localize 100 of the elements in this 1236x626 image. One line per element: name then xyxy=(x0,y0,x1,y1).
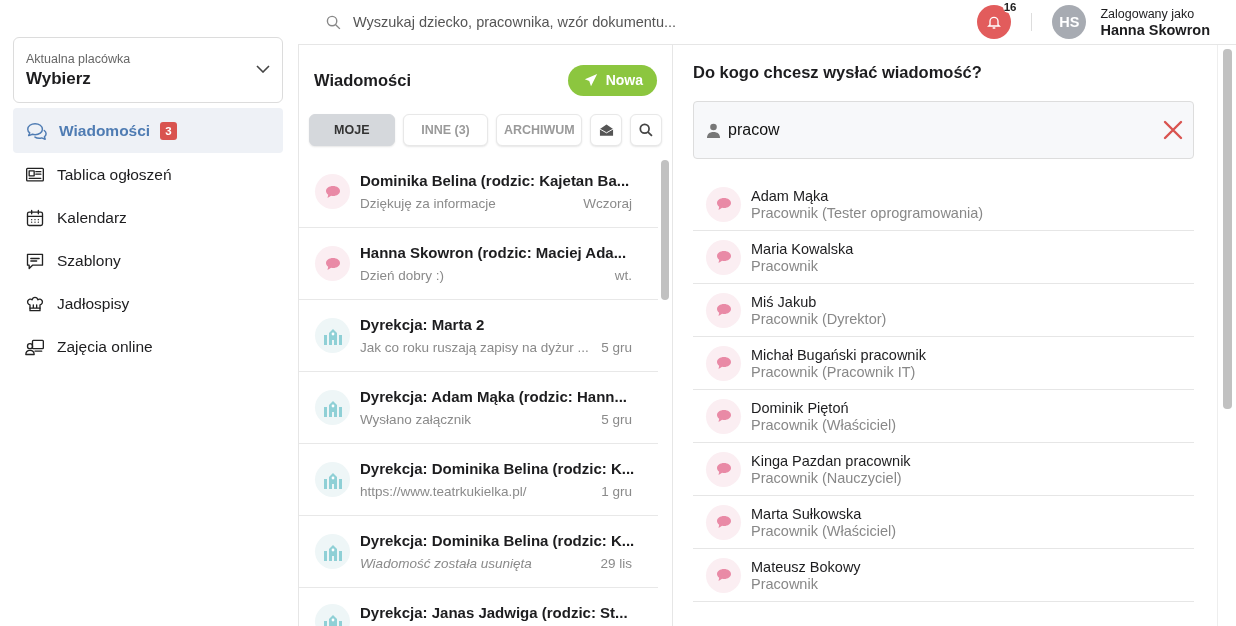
message-preview: Wiadomość została usunięta xyxy=(360,556,532,571)
close-icon xyxy=(1163,120,1183,140)
scrollbar-thumb[interactable] xyxy=(1222,49,1232,409)
recipient-item[interactable]: Mateusz Bokowy Pracownik xyxy=(693,549,1194,602)
recipient-role: Pracownik (Tester oprogramowania) xyxy=(751,204,984,221)
speech-bubble-icon xyxy=(715,515,732,529)
nav-label: Jadłospisy xyxy=(57,294,130,313)
notification-count: 16 xyxy=(1002,1,1018,13)
recipient-item[interactable]: Marta Sułkowska Pracownik (Właściciel) xyxy=(693,496,1194,549)
nav-label: Zajęcia online xyxy=(57,337,153,356)
conversation-title: Dyrekcja: Dominika Belina (rodzic: K... xyxy=(360,460,632,477)
person-icon xyxy=(707,122,720,138)
nav-item[interactable]: Zajęcia online xyxy=(13,325,283,368)
message-preview: Dziękuję za informacje xyxy=(360,196,496,211)
conversation-item[interactable]: Hanna Skowron (rodzic: Maciej Ada... Dzień dobry :) wt. xyxy=(299,228,658,300)
recipient-role: Pracownik xyxy=(751,257,819,274)
recipient-item[interactable]: Kinga Pazdan pracownik Pracownik (Nauczyciel) xyxy=(693,443,1194,496)
conversation-item[interactable]: Dyrekcja: Dominika Belina (rodzic: K... https://www.teatrkukielka.pl/ 1 gru xyxy=(299,444,658,516)
conversation-title: Dyrekcja: Dominika Belina (rodzic: K... xyxy=(360,532,632,549)
recipient-name: Kinga Pazdan pracownik xyxy=(751,452,911,469)
recipient-name: Adam Mąka xyxy=(751,187,830,204)
nav-label: Tablica ogłoszeń xyxy=(57,165,172,184)
recipient-item[interactable]: Michał Bugański pracownik Pracownik (Pracownik IT) xyxy=(693,337,1194,390)
recipient-name: Mateusz Bokowy xyxy=(751,558,861,575)
recipient-name: Dominik Piętoń xyxy=(751,399,850,416)
nav-label: Wiadomości xyxy=(59,121,151,140)
nav-item[interactable]: Jadłospisy xyxy=(13,282,283,325)
facility-select[interactable]: Aktualna placówka Wybierz xyxy=(13,37,283,103)
nav-item[interactable]: Szablony xyxy=(13,239,283,282)
school-building-icon xyxy=(322,398,343,417)
facility-value: Wybierz xyxy=(26,69,92,89)
user-caption: Zalogowany jako xyxy=(1100,6,1196,21)
envelope-open-icon xyxy=(598,123,614,137)
recipient-role: Pracownik (Dyrektor) xyxy=(751,310,887,327)
speech-bubble-icon xyxy=(715,409,732,423)
message-date: 1 gru xyxy=(601,484,632,499)
school-building-icon xyxy=(322,542,343,561)
message-date: 29 lis xyxy=(600,556,632,571)
clear-button[interactable] xyxy=(1163,120,1183,140)
conversation-title: Hanna Skowron (rodzic: Maciej Ada... xyxy=(360,244,628,261)
calendar-icon xyxy=(25,207,45,228)
school-building-icon xyxy=(322,470,343,489)
search-icon xyxy=(639,123,654,137)
speech-bubble-icon xyxy=(324,256,341,271)
nav-item[interactable]: Tablica ogłoszeń xyxy=(13,153,283,196)
message-preview: https://www.teatrkukielka.pl/ xyxy=(360,484,527,499)
conversation-item[interactable]: Dyrekcja: Marta 2 Jak co roku ruszają zapisy na dyżur ... 5 gru xyxy=(299,300,658,372)
conversation-title: Dyrekcja: Janas Jadwiga (rodzic: St... xyxy=(360,604,629,621)
search-icon xyxy=(326,14,341,30)
recipient-name: Miś Jakub xyxy=(751,293,818,310)
speech-bubble-icon xyxy=(715,356,732,370)
message-preview: Wysłano załącznik xyxy=(360,412,471,427)
conversation-title: Dominika Belina (rodzic: Kajetan Ba... xyxy=(360,172,631,189)
facility-label: Aktualna placówka xyxy=(26,52,131,66)
recipient-role: Pracownik (Właściciel) xyxy=(751,416,897,433)
search-input[interactable]: pracow xyxy=(728,121,1155,139)
speech-bubble-icon xyxy=(715,462,732,476)
conversation-item[interactable]: Dyrekcja: Adam Mąka (rodzic: Hann... Wysłano załącznik 5 gru xyxy=(299,372,658,444)
recipient-item[interactable]: Dominik Piętoń Pracownik (Właściciel) xyxy=(693,390,1194,443)
speech-bubble-icon xyxy=(715,197,732,211)
conversation-title: Dyrekcja: Adam Mąka (rodzic: Hann... xyxy=(360,388,629,405)
recipient-role: Pracownik (Pracownik IT) xyxy=(751,363,917,380)
recipient-name: Michał Bugański pracownik xyxy=(751,346,926,363)
conversation-item[interactable]: Dyrekcja: Dominika Belina (rodzic: K... Wiadomość została usunięta 29 lis xyxy=(299,516,658,588)
filter-tab[interactable]: MOJE xyxy=(309,114,395,146)
message-date: Wczoraj xyxy=(583,196,632,211)
recipient-item[interactable]: Miś Jakub Pracownik (Dyrektor) xyxy=(693,284,1194,337)
panel-title: Do kogo chcesz wysłać wiadomość? xyxy=(693,63,983,82)
recipient-item[interactable]: Adam Mąka Pracownik (Tester oprogramowania) xyxy=(693,178,1194,231)
paper-plane-icon xyxy=(583,73,598,87)
nav-item[interactable]: Wiadomości 3 xyxy=(13,108,283,153)
message-preview: Dzień dobry :) xyxy=(360,268,445,283)
message-preview: Jak co roku ruszają zapisy na dyżur ... xyxy=(360,340,589,355)
read-filter-button[interactable] xyxy=(590,114,623,146)
nav-item[interactable]: Kalendarz xyxy=(13,196,283,239)
message-date: 5 gru xyxy=(601,340,632,355)
nav-label: Kalendarz xyxy=(57,208,127,227)
conversation-title: Dyrekcja: Marta 2 xyxy=(360,316,486,333)
recipient-item[interactable]: Maria Kowalska Pracownik xyxy=(693,231,1194,284)
conversation-item[interactable]: Dyrekcja: Janas Jadwiga (rodzic: St... xyxy=(299,588,658,626)
recipient-name: Marta Sułkowska xyxy=(751,505,863,522)
count-badge: 3 xyxy=(160,121,177,140)
recipient-role: Pracownik (Nauczyciel) xyxy=(751,469,903,486)
speech-bubble-icon xyxy=(715,250,732,264)
school-building-icon xyxy=(322,612,343,626)
recipient-name: Maria Kowalska xyxy=(751,240,854,257)
conversation-item[interactable]: Dominika Belina (rodzic: Kajetan Ba... Dziękuję za informacje Wczoraj xyxy=(299,156,658,228)
chevron-down-icon xyxy=(256,65,270,73)
recipient-search-field[interactable]: pracow xyxy=(693,101,1194,159)
bell-icon xyxy=(986,14,1003,30)
message-date: 5 gru xyxy=(601,412,632,427)
message-date: wt. xyxy=(614,268,632,283)
speech-bubble-icon xyxy=(715,568,732,582)
search-field[interactable]: Wyszukaj dziecko, pracownika, wzór dokumentu... xyxy=(353,14,964,30)
recipient-role: Pracownik xyxy=(751,575,819,592)
search-button[interactable] xyxy=(630,114,662,146)
user-name: Hanna Skowron xyxy=(1100,21,1210,38)
recipient-role: Pracownik (Właściciel) xyxy=(751,522,897,539)
scrollbar-thumb[interactable] xyxy=(661,160,669,300)
panel-title: Wiadomości xyxy=(314,70,412,90)
